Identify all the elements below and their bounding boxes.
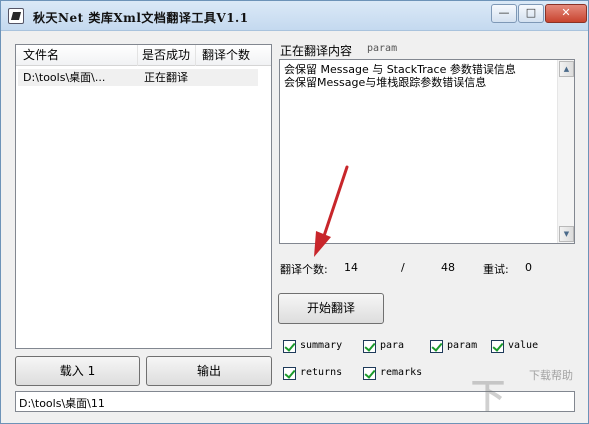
cell-status: 正在翻译: [144, 71, 188, 84]
app-icon: [8, 8, 24, 24]
load-button[interactable]: 载入 1: [15, 356, 140, 386]
checkbox-value-label: value: [508, 340, 539, 351]
checkbox-param-box[interactable]: [430, 340, 443, 353]
translation-text: 会保留 Message 与 StackTrace 参数错误信息 会保留Messa…: [284, 63, 516, 89]
checkbox-para-label: para: [380, 340, 405, 351]
column-header-count[interactable]: 翻译个数: [196, 45, 271, 66]
column-header-filename[interactable]: 文件名: [16, 45, 138, 66]
start-translate-button[interactable]: 开始翻译: [278, 293, 384, 324]
scroll-up-icon[interactable]: ▲: [559, 61, 574, 77]
main-window: 秋天Net 类库Xml文档翻译工具V1.1 — □ ✕ 文件名 是否成功 翻译个…: [0, 0, 589, 424]
maximize-button[interactable]: □: [518, 4, 544, 23]
total-count: 48: [441, 261, 455, 274]
current-item-label: param: [367, 43, 398, 54]
count-separator: /: [401, 261, 405, 274]
checkbox-returns-box[interactable]: [283, 367, 296, 380]
close-button[interactable]: ✕: [545, 4, 587, 23]
vertical-scrollbar[interactable]: ▲ ▼: [557, 60, 574, 243]
checkbox-remarks-label: remarks: [380, 367, 423, 378]
checkbox-param-label: param: [447, 340, 478, 351]
table-row[interactable]: D:\tools\桌面\... 正在翻译: [18, 69, 258, 86]
translation-textbox[interactable]: 会保留 Message 与 StackTrace 参数错误信息 会保留Messa…: [279, 59, 575, 244]
cell-filename: D:\tools\桌面\...: [23, 71, 106, 84]
checkbox-value-box[interactable]: [491, 340, 504, 353]
export-button[interactable]: 输出: [146, 356, 272, 386]
path-text: D:\tools\桌面\11: [19, 397, 105, 410]
watermark-text: 下载帮助: [529, 369, 573, 382]
file-list-header: 文件名 是否成功 翻译个数: [16, 45, 271, 66]
watermark-logo: 下 下载帮助: [469, 361, 587, 419]
checkbox-returns-label: returns: [300, 367, 343, 378]
file-list[interactable]: 文件名 是否成功 翻译个数 D:\tools\桌面\... 正在翻译: [15, 44, 272, 349]
count-label: 翻译个数:: [280, 263, 328, 276]
scroll-down-icon[interactable]: ▼: [559, 226, 574, 242]
checkbox-summary-label: summary: [300, 340, 343, 351]
window-title: 秋天Net 类库Xml文档翻译工具V1.1: [33, 11, 249, 25]
checkbox-summary-box[interactable]: [283, 340, 296, 353]
column-header-status[interactable]: 是否成功: [138, 45, 196, 66]
watermark-glyph: 下: [471, 377, 505, 417]
minimize-button[interactable]: —: [491, 4, 517, 23]
done-count: 14: [344, 261, 358, 274]
checkbox-remarks-box[interactable]: [363, 367, 376, 380]
checkbox-para-box[interactable]: [363, 340, 376, 353]
translation-content-label: 正在翻译内容: [280, 44, 353, 58]
retry-count: 0: [525, 261, 532, 274]
title-bar[interactable]: 秋天Net 类库Xml文档翻译工具V1.1 — □ ✕: [1, 1, 588, 31]
retry-label: 重试:: [483, 263, 509, 276]
